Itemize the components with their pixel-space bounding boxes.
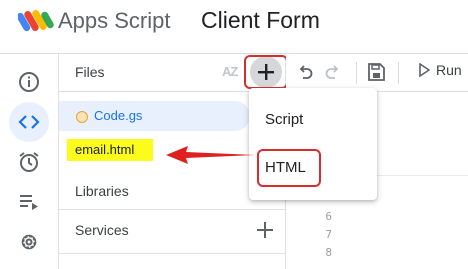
toolbar-separator — [398, 62, 399, 84]
plus-icon — [257, 222, 273, 238]
redo-icon — [325, 65, 339, 79]
file-name-email-html[interactable]: email.html — [75, 142, 134, 157]
divider — [59, 209, 286, 210]
code-icon — [18, 115, 40, 129]
gear-icon — [21, 234, 37, 250]
file-name-code-gs[interactable]: Code.gs — [94, 108, 142, 123]
playlist-executions-icon — [20, 195, 38, 210]
undo-icon — [299, 65, 313, 79]
rail-overview-button[interactable] — [9, 62, 49, 102]
divider — [59, 253, 286, 254]
rail-settings-button[interactable] — [9, 222, 49, 262]
rail-editor-button[interactable] — [9, 102, 49, 142]
html-annotation-box — [257, 149, 321, 187]
add-service-button[interactable] — [254, 219, 276, 241]
run-button-label: Run — [436, 62, 462, 78]
toolbar-separator — [356, 62, 357, 84]
info-icon — [19, 72, 39, 92]
left-nav-rail — [0, 54, 59, 269]
libraries-section-label[interactable]: Libraries — [75, 183, 129, 199]
sort-az-icon[interactable]: AZ — [222, 64, 238, 79]
file-status-dot-icon — [76, 111, 88, 123]
annotation-arrow-icon — [166, 146, 256, 164]
menu-item-script[interactable]: Script — [265, 111, 303, 128]
save-disk-icon — [368, 63, 385, 81]
files-panel-title: Files — [75, 64, 105, 80]
app-name: Apps Script — [58, 8, 171, 33]
save-button[interactable] — [365, 61, 387, 83]
apps-script-logo — [16, 6, 56, 36]
add-file-annotation-box — [244, 55, 288, 89]
play-icon — [419, 63, 430, 77]
rail-executions-button[interactable] — [9, 182, 49, 222]
run-button[interactable]: Run — [418, 62, 462, 78]
redo-button[interactable] — [322, 61, 344, 83]
alarm-clock-icon — [19, 152, 39, 172]
undo-button[interactable] — [294, 61, 316, 83]
rail-triggers-button[interactable] — [9, 142, 49, 182]
line-number: 7 — [325, 228, 332, 241]
project-title[interactable]: Client Form — [201, 7, 320, 34]
services-section-label[interactable]: Services — [75, 222, 129, 238]
line-number: 8 — [325, 246, 332, 259]
line-number: 6 — [325, 210, 332, 223]
